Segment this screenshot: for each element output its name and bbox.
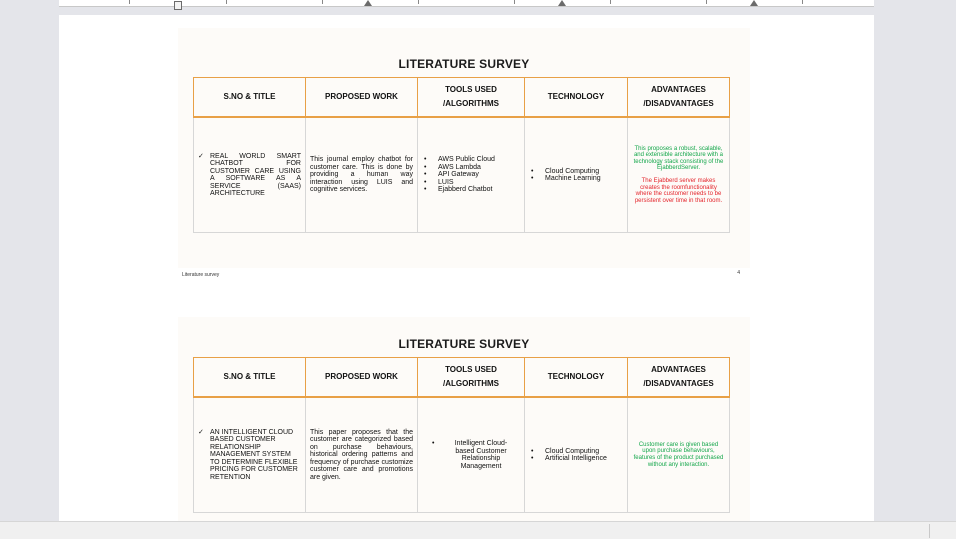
table-row: ✓ REAL WORLD SMART CHATBOT FOR CUSTOMER … [193, 116, 730, 233]
status-bar [0, 521, 956, 539]
cell-advantages: This proposes a robust, scalable, and ex… [627, 116, 730, 233]
list-item: LUIS [424, 179, 520, 187]
slide-image[interactable]: LITERATURE SURVEY S.NO & TITLE PROPOSED … [178, 317, 750, 521]
left-indent-marker[interactable] [174, 1, 182, 10]
literature-table: S.NO & TITLE PROPOSED WORK TOOLS USED /A… [193, 77, 730, 233]
header-sno-title: S.NO & TITLE [193, 77, 306, 118]
ruler-tick [322, 0, 323, 4]
cell-proposed-work: This paper proposes that the customer ar… [305, 396, 418, 513]
slide-footer: Literature survey [182, 272, 220, 278]
ruler-tick [418, 0, 419, 4]
header-advantages: ADVANTAGES /DISADVANTAGES [627, 357, 730, 398]
list-item: Intelligent Cloud-based Customer Relatio… [432, 440, 516, 470]
document-page[interactable]: LITERATURE SURVEY S.NO & TITLE PROPOSED … [59, 15, 874, 521]
literature-table: S.NO & TITLE PROPOSED WORK TOOLS USED /A… [193, 357, 730, 513]
checkmark-icon: ✓ [198, 152, 204, 160]
list-item: Cloud Computing [531, 168, 623, 176]
checkmark-icon: ✓ [198, 428, 204, 436]
advantage-text: This proposes a robust, scalable, and ex… [633, 145, 724, 172]
paper-title: AN INTELLIGENT CLOUD BASED CUSTOMER RELA… [210, 428, 298, 481]
disadvantage-text: The Ejabberd server makes creates the ro… [634, 178, 723, 204]
header-advantages: ADVANTAGES /DISADVANTAGES [627, 77, 730, 118]
cell-tools: Intelligent Cloud-based Customer Relatio… [417, 396, 525, 513]
cell-technology: Cloud Computing Machine Learning [524, 116, 628, 233]
ruler-tick [706, 0, 707, 4]
status-bar-divider [929, 524, 930, 538]
ruler-tick [514, 0, 515, 4]
list-item: Cloud Computing [531, 448, 623, 456]
ruler-tick [802, 0, 803, 4]
list-item: AWS Public Cloud [424, 156, 520, 164]
header-tools: TOOLS USED /ALGORITHMS [417, 357, 525, 398]
list-item: Machine Learning [531, 175, 623, 183]
list-item: Artificial Intelligence [531, 455, 623, 463]
list-item: API Gateway [424, 171, 520, 179]
ruler-tick [610, 0, 611, 4]
slide-page-number: 4 [737, 270, 740, 276]
table-row: ✓ AN INTELLIGENT CLOUD BASED CUSTOMER RE… [193, 396, 730, 513]
advantage-text: Customer care is given based upon purcha… [633, 441, 724, 468]
header-proposed-work: PROPOSED WORK [305, 357, 418, 398]
header-tools: TOOLS USED /ALGORITHMS [417, 77, 525, 118]
list-item: Ejabberd Chatbot [424, 186, 520, 194]
slide-title: LITERATURE SURVEY [398, 337, 530, 351]
ruler-tick [226, 0, 227, 4]
header-sno-title: S.NO & TITLE [193, 357, 306, 398]
ruler-tick [129, 0, 130, 4]
cell-technology: Cloud Computing Artificial Intelligence [524, 396, 628, 513]
cell-advantages: Customer care is given based upon purcha… [627, 396, 730, 513]
cell-title: ✓ REAL WORLD SMART CHATBOT FOR CUSTOMER … [193, 116, 306, 233]
cell-proposed-work: This journal employ chatbot for customer… [305, 116, 418, 233]
slide-image[interactable]: LITERATURE SURVEY S.NO & TITLE PROPOSED … [178, 28, 750, 278]
cell-tools: AWS Public Cloud AWS Lambda API Gateway … [417, 116, 525, 233]
list-item: AWS Lambda [424, 164, 520, 172]
header-technology: TECHNOLOGY [524, 357, 628, 398]
header-proposed-work: PROPOSED WORK [305, 77, 418, 118]
slide-title: LITERATURE SURVEY [398, 57, 530, 71]
cell-title: ✓ AN INTELLIGENT CLOUD BASED CUSTOMER RE… [193, 396, 306, 513]
header-technology: TECHNOLOGY [524, 77, 628, 118]
paper-title: REAL WORLD SMART CHATBOT FOR CUSTOMER CA… [210, 152, 301, 198]
